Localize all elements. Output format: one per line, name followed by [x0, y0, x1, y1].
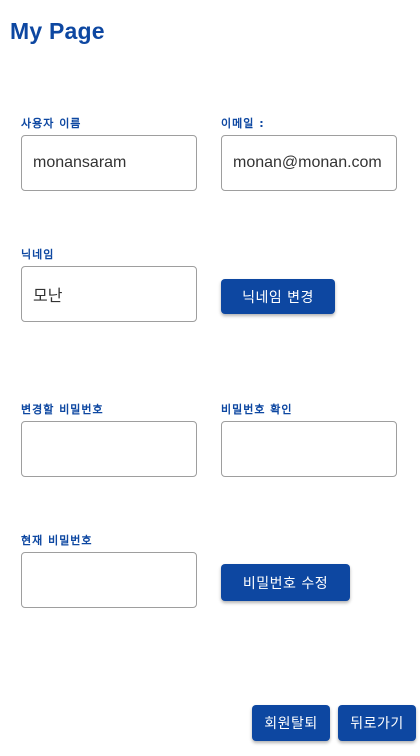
new-password-label: 변경할 비밀번호 [21, 403, 104, 416]
current-password-label: 현재 비밀번호 [21, 534, 93, 547]
change-nickname-button[interactable]: 닉네임 변경 [221, 279, 335, 314]
email-label: 이메일 : [221, 117, 265, 130]
new-password-field-box [21, 421, 197, 477]
username-label: 사용자 이름 [21, 117, 82, 130]
new-password-field[interactable] [22, 422, 196, 476]
withdraw-button[interactable]: 회원탈퇴 [252, 705, 330, 741]
email-field-box [221, 135, 397, 191]
current-password-field-box [21, 552, 197, 608]
confirm-password-field-box [221, 421, 397, 477]
nickname-field-box [21, 266, 197, 322]
username-field[interactable] [22, 136, 196, 190]
username-field-box [21, 135, 197, 191]
confirm-password-label: 비밀번호 확인 [221, 403, 293, 416]
email-field[interactable] [222, 136, 396, 190]
nickname-label: 닉네임 [21, 248, 55, 261]
change-password-button[interactable]: 비밀번호 수정 [221, 564, 350, 601]
nickname-field[interactable] [22, 267, 196, 321]
confirm-password-field[interactable] [222, 422, 396, 476]
page-title: My Page [10, 18, 105, 44]
back-button[interactable]: 뒤로가기 [338, 705, 416, 741]
current-password-field[interactable] [22, 553, 196, 607]
